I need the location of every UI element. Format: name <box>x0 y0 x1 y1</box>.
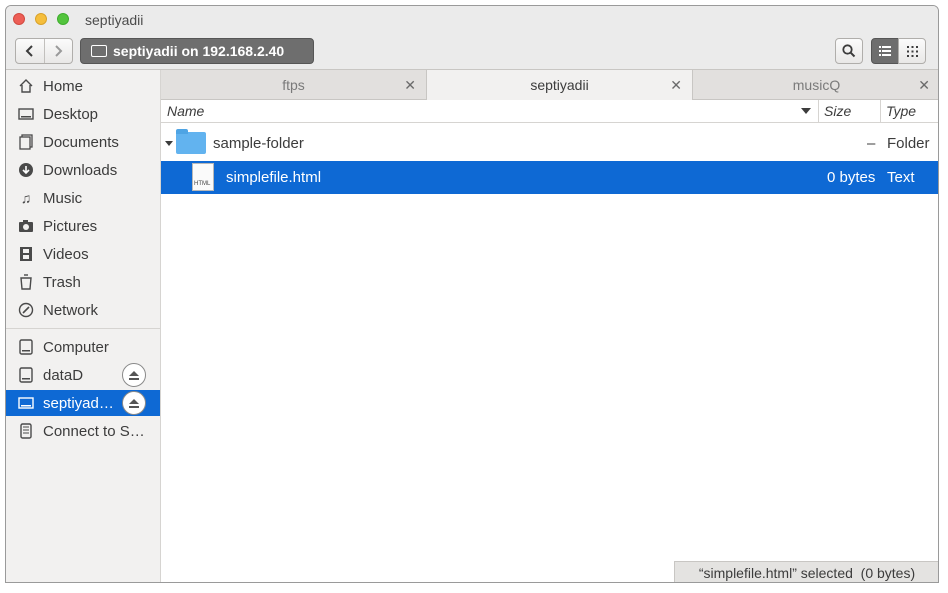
sidebar-item-label: Desktop <box>43 105 99 123</box>
navigation-buttons <box>15 38 73 64</box>
sidebar-item-label: septiyad… <box>43 394 114 412</box>
list-view-button[interactable] <box>871 38 899 64</box>
sidebar-item-desktop[interactable]: Desktop <box>6 101 160 127</box>
column-header-size[interactable]: Size <box>824 103 851 119</box>
sidebar-item-trash[interactable]: Trash <box>6 269 160 295</box>
column-headers: Name Size Type <box>161 100 938 123</box>
computer-icon <box>18 339 34 355</box>
sidebar-item-computer[interactable]: Computer <box>6 334 160 360</box>
file-manager-window: septiyadii septiyadii on 192.168.2.40 Ho… <box>5 5 939 583</box>
minimize-window-button[interactable] <box>35 13 47 25</box>
column-separator[interactable] <box>880 100 881 122</box>
connect-server-icon <box>18 423 34 439</box>
column-header-type[interactable]: Type <box>886 103 916 119</box>
pictures-icon <box>18 218 34 234</box>
file-row-sample-folder[interactable]: sample-folder – Folder <box>161 127 938 160</box>
tab-label: musicQ <box>792 77 841 93</box>
sidebar-item-label: Documents <box>43 133 119 151</box>
forward-button[interactable] <box>43 39 73 63</box>
file-type: Folder <box>887 135 930 152</box>
column-separator[interactable] <box>818 100 819 122</box>
location-path-button[interactable]: septiyadii on 192.168.2.40 <box>80 38 314 64</box>
sidebar-divider <box>6 328 160 329</box>
sidebar-item-label: Network <box>43 301 99 319</box>
network-folder-icon <box>91 45 107 57</box>
search-icon <box>842 44 856 58</box>
trash-icon <box>18 274 34 290</box>
documents-icon <box>18 134 34 150</box>
network-icon <box>18 302 34 318</box>
folder-icon <box>176 129 206 154</box>
close-tab-icon[interactable]: ✕ <box>670 77 682 94</box>
network-folder-icon <box>18 395 34 411</box>
eject-icon[interactable] <box>122 391 146 415</box>
sidebar-item-label: dataD <box>43 366 84 384</box>
sidebar-item-label: Music <box>43 189 83 207</box>
close-tab-icon[interactable]: ✕ <box>404 77 416 94</box>
list-view-icon <box>879 46 891 56</box>
location-label: septiyadii on 192.168.2.40 <box>113 43 285 59</box>
back-button[interactable] <box>16 39 44 63</box>
sidebar-item-label: Downloads <box>43 161 118 179</box>
sidebar-item-septiyadii[interactable]: septiyad… <box>6 390 160 416</box>
file-name: simplefile.html <box>226 169 322 186</box>
sidebar-item-network[interactable]: Network <box>6 297 160 323</box>
home-icon <box>18 78 34 94</box>
music-icon: ♫ <box>20 190 32 206</box>
tab-ftps[interactable]: ftps ✕ <box>161 70 427 100</box>
sidebar-item-home[interactable]: Home <box>6 73 160 99</box>
html-file-icon: HTML <box>192 163 214 191</box>
search-button[interactable] <box>835 38 863 64</box>
sidebar-item-label: Connect to S… <box>43 422 145 440</box>
grid-view-icon <box>906 45 918 57</box>
sidebar-item-downloads[interactable]: Downloads <box>6 157 160 183</box>
sidebar-item-music[interactable]: ♫ Music <box>6 185 160 211</box>
sidebar-item-datad[interactable]: dataD <box>6 362 160 388</box>
desktop-icon <box>18 106 34 122</box>
sidebar-item-videos[interactable]: Videos <box>6 241 160 267</box>
column-header-name[interactable]: Name <box>167 103 807 123</box>
sidebar-item-pictures[interactable]: Pictures <box>6 213 160 239</box>
maximize-window-button[interactable] <box>57 13 69 25</box>
tab-septiyadii[interactable]: septiyadii ✕ <box>427 70 693 100</box>
tab-musicq[interactable]: musicQ ✕ <box>693 70 938 100</box>
tab-bar: ftps ✕ septiyadii ✕ musicQ ✕ <box>161 70 938 100</box>
sidebar-item-documents[interactable]: Documents <box>6 129 160 155</box>
sidebar-item-label: Pictures <box>43 217 98 235</box>
close-tab-icon[interactable]: ✕ <box>918 77 930 94</box>
chevron-right-icon <box>55 45 63 57</box>
file-list-view: Name Size Type sample-folder – Folder HT… <box>161 100 938 582</box>
selection-status: “simplefile.html” selected (0 bytes) <box>674 561 938 582</box>
file-size: – <box>867 135 876 152</box>
drive-icon <box>18 367 34 383</box>
window-title: septiyadii <box>85 12 144 28</box>
sidebar: Home Desktop Documents Downloads ♫ Music… <box>6 70 161 582</box>
file-row-simplefile[interactable]: HTML simplefile.html 0 bytes Text <box>161 161 938 194</box>
toolbar: septiyadii on 192.168.2.40 <box>6 33 938 70</box>
tab-label: septiyadii <box>530 77 589 93</box>
sidebar-item-label: Home <box>43 77 84 95</box>
expander-arrow-icon[interactable] <box>165 141 173 146</box>
sidebar-item-label: Computer <box>43 338 109 356</box>
tab-label: ftps <box>282 77 305 93</box>
sort-descending-icon[interactable] <box>801 108 811 114</box>
sidebar-item-label: Trash <box>43 273 81 291</box>
file-name: sample-folder <box>213 135 304 152</box>
close-window-button[interactable] <box>13 13 25 25</box>
downloads-icon <box>18 162 34 178</box>
title-bar[interactable]: septiyadii <box>6 6 938 33</box>
sidebar-item-label: Videos <box>43 245 89 263</box>
videos-icon <box>18 246 34 262</box>
chevron-left-icon <box>25 45 33 57</box>
eject-icon[interactable] <box>122 363 146 387</box>
file-type: Text <box>887 169 915 186</box>
sidebar-item-connect-to-server[interactable]: Connect to S… <box>6 418 160 444</box>
file-size: 0 bytes <box>827 169 876 186</box>
grid-view-button[interactable] <box>898 38 926 64</box>
